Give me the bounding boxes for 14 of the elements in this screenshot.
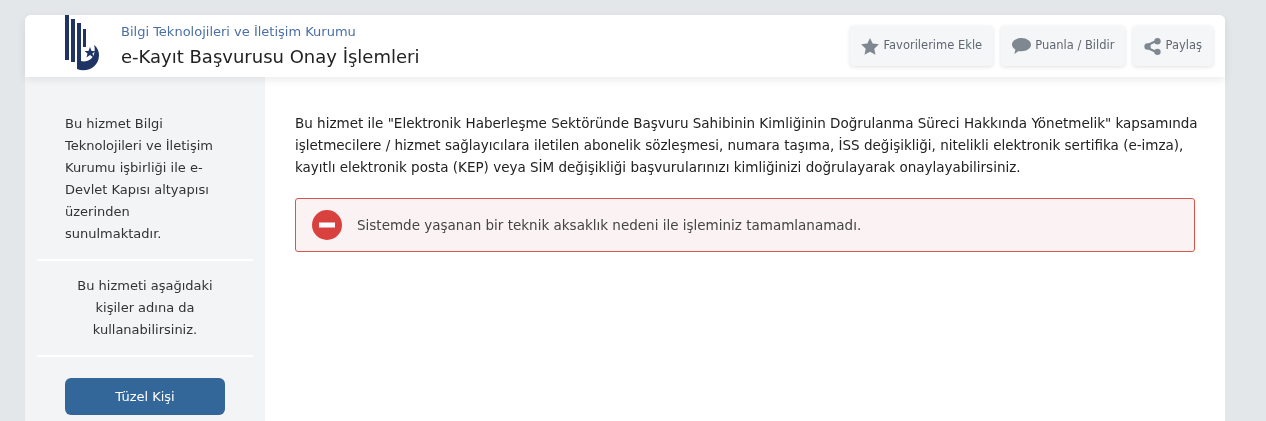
entity-button[interactable]: Tüzel Kişi — [65, 378, 225, 415]
favorites-button[interactable]: Favorilerime Ekle — [850, 26, 994, 66]
proxy-note: Bu hizmeti aşağıdaki kişiler adına da kullanabilirsiniz. — [37, 261, 253, 357]
share-icon — [1144, 37, 1162, 55]
organization-name: Bilgi Teknolojileri ve İletişim Kurumu — [121, 22, 357, 41]
alert-message: Sistemde yaşanan bir teknik aksaklık nedeni ile işleminiz tamamlanamadı. — [357, 215, 862, 235]
no-entry-icon — [312, 210, 342, 240]
star-icon — [861, 37, 880, 55]
page-title: e-Kayıt Başvurusu Onay İşlemleri — [121, 45, 420, 70]
speech-bubble-icon — [1012, 38, 1032, 54]
share-button[interactable]: Paylaş — [1133, 26, 1213, 66]
service-info-text: Bu hizmet Bilgi Teknolojileri ve İletişim Kurumu işbirliği ile e-Devlet Kapısı altyapısı üzerinden sunulmaktadır. — [37, 113, 253, 261]
rate-button[interactable]: Puanla / Bildir — [1001, 26, 1126, 66]
service-description: Bu hizmet ile "Elektronik Haberleşme Sektöründe Başvuru Sahibinin Kimliğinin Doğrulanma Süreci Hakkında Yönetmelik" kapsamında işletmecilere / hizmet sağlayıcılara iletilen abonelik sözleşmesi, numara taşıma, İSS değişikliği, nitelikli elektronik sertifika (e-imza), kayıtlı elektronik posta (KEP) veya SİM değişikliği başvurularınızı kimliğinizi doğrulayarak onaylayabilirsiniz. — [295, 114, 1199, 177]
